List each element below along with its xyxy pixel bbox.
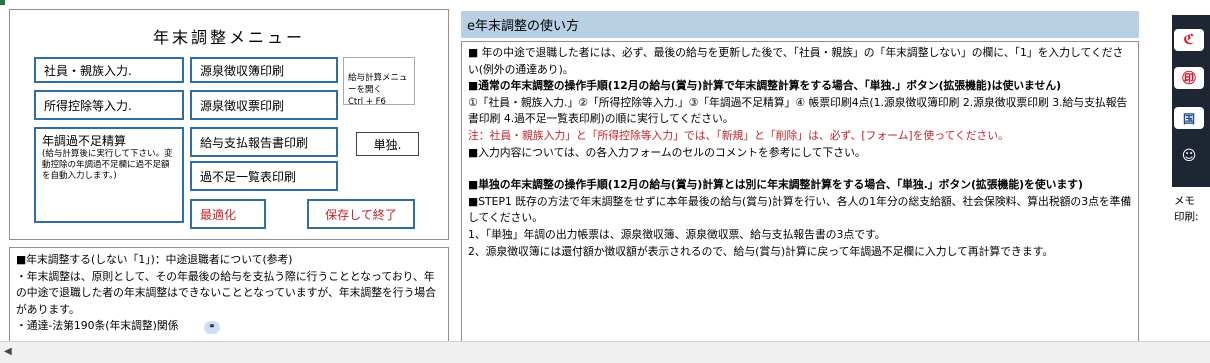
payment-report-print-button[interactable]: 給与支払報告書印刷 xyxy=(190,127,338,157)
help-paragraph-step1: ■STEP1 既存の方法で年末調整をせずに本年最後の給与(賞与)計算を行い、各人… xyxy=(468,194,1132,225)
help-paragraph-caution: 注：社員・親族入力」と「所得控除等入力」では、「新規」と「削除」は、必ず、[フォ… xyxy=(468,128,1009,142)
cell-marker xyxy=(0,0,5,5)
year-end-menu-panel: 年末調整メニュー 社員・親族入力. 所得控除等入力. 年調過不足精算 (給与計算… xyxy=(9,9,449,240)
seal-icon[interactable]: ㊞ xyxy=(1174,67,1204,89)
adjust-calc-label: 年調過不足精算 xyxy=(42,134,127,148)
help-paragraph-normal-procedure: ■通常の年末調整の操作手順(12月の給与(賞与)計算で年末調整計算をする場合、「… xyxy=(468,79,1062,93)
retiree-note-link[interactable]: ・通達-法第190条(年末調整)関係 ⚭ xyxy=(16,318,442,335)
optimize-button[interactable]: 最適化 xyxy=(190,199,266,229)
optimize-label: 最適化 xyxy=(200,207,237,222)
help-paragraph-standalone-procedure: ■単独の年末調整の操作手順(12月の給与(賞与)計算とは別に年末調整計算をする場… xyxy=(468,178,1083,192)
print-label: 印刷: xyxy=(1174,211,1199,223)
standalone-label: 単独. xyxy=(373,137,402,152)
deficit-list-print-label: 過不足一覧表印刷 xyxy=(200,169,297,184)
horizontal-scrollbar[interactable] xyxy=(0,341,1210,363)
deduction-input-label: 所得控除等入力. xyxy=(44,98,132,113)
national-icon[interactable]: 国 xyxy=(1174,107,1204,129)
adjust-calc-button[interactable]: 年調過不足精算 (給与計算後に実行して下さい。変動控除の年調過不足欄に過不足額を… xyxy=(34,127,184,223)
withholding-slip-print-label: 源泉徴収票印刷 xyxy=(200,98,285,113)
withholding-book-print-label: 源泉徴収簿印刷 xyxy=(200,63,285,78)
standalone-button[interactable]: 単独. xyxy=(356,132,419,156)
deficit-list-print-button[interactable]: 過不足一覧表印刷 xyxy=(190,161,338,191)
save-exit-label: 保存して終了 xyxy=(325,207,397,222)
salary-menu-shortcut[interactable]: 給与計算メニューを開く Ctrl + F6 xyxy=(343,57,415,107)
retiree-note-box: ■年末調整する(しない「1」)：中途退職者について(参考) ・年末調整は、原則と… xyxy=(9,247,449,342)
memo-label: メモ xyxy=(1174,195,1195,207)
help-paragraph-refund: 2、源泉徴収簿には還付額か徴収額が表示されるので、給与(賞与)計算に戻って年調過… xyxy=(468,244,1054,258)
employee-input-button[interactable]: 社員・親族入力. xyxy=(34,57,184,83)
app-logo-icon[interactable]: ℭ xyxy=(1174,29,1204,51)
deduction-input-button[interactable]: 所得控除等入力. xyxy=(34,90,184,120)
help-paragraph-comment: ■入力内容については、の各入力フォームのセルのコメントを参考にして下さい。 xyxy=(468,145,866,159)
employee-input-label: 社員・親族入力. xyxy=(44,63,132,78)
link-icon: ⚭ xyxy=(203,321,220,335)
withholding-slip-print-button[interactable]: 源泉徴収票印刷 xyxy=(190,90,338,120)
help-header-title: e年末調整の使い方 xyxy=(467,19,579,34)
withholding-book-print-button[interactable]: 源泉徴収簿印刷 xyxy=(190,57,338,83)
help-paragraph-steps: ①「社員・親族入力.」②「所得控除等入力.」③「年調過不足精算」④ 帳票印刷4点… xyxy=(468,95,1128,126)
help-header: e年末調整の使い方 xyxy=(461,11,1139,38)
help-paragraph-outputs: 1、「単独」年調の出力帳票は、源泉徴収簿、源泉徴収票、給与支払報告書の3点です。 xyxy=(468,227,886,241)
help-spacer xyxy=(468,161,1132,177)
retiree-note-body: ・年末調整は、原則として、その年最後の給与を支払う際に行うこととなっており、年の… xyxy=(16,269,436,316)
menu-title: 年末調整メニュー xyxy=(152,28,305,47)
face-icon[interactable]: ☺ xyxy=(1174,145,1204,167)
help-paragraph-retiree: ■ 年の中途で退職した者には、必ず、最後の給与を更新した後で、「社員・親族」の「… xyxy=(468,46,1124,76)
app-icon-strip: ℭ ㊞ 国 ☺ xyxy=(1172,15,1210,187)
scroll-left-arrow-icon[interactable]: ◀ xyxy=(4,346,12,357)
payment-report-print-label: 給与支払報告書印刷 xyxy=(200,135,309,150)
adjust-calc-note: (給与計算後に実行して下さい。変動控除の年調過不足欄に過不足額を自動入力します。… xyxy=(42,149,173,181)
retiree-note-heading: ■年末調整する(しない「1」)：中途退職者について(参考) xyxy=(16,253,293,266)
help-content: ■ 年の中途で退職した者には、必ず、最後の給与を更新した後で、「社員・親族」の「… xyxy=(461,41,1139,342)
salary-menu-shortcut-label: 給与計算メニューを開く Ctrl + F6 xyxy=(348,73,408,107)
save-exit-button[interactable]: 保存して終了 xyxy=(307,199,415,229)
